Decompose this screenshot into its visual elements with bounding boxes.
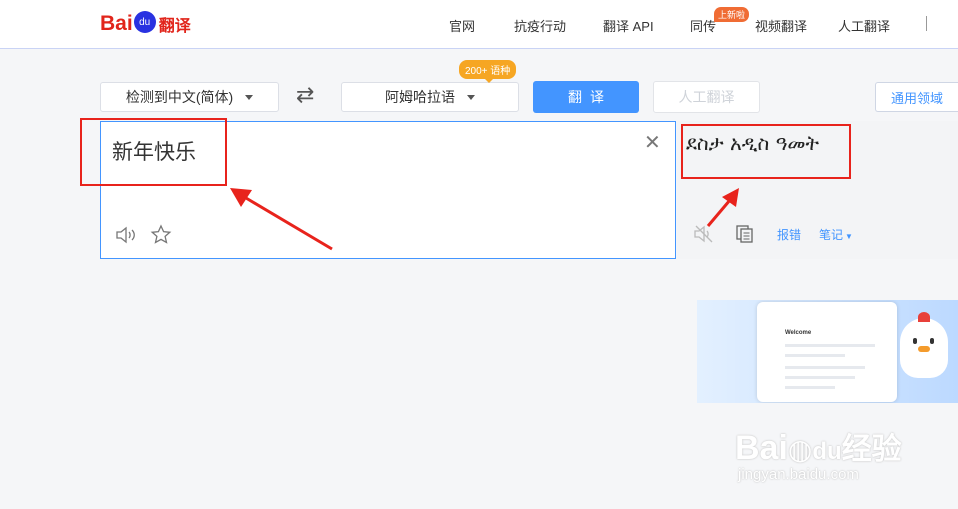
watermark-url: jingyan.baidu.com bbox=[738, 466, 859, 483]
watermark-product: 经验 bbox=[841, 433, 902, 466]
watermark-logo: Bai◍du经验 bbox=[735, 424, 902, 468]
promo-welcome-text: Welcome bbox=[785, 330, 812, 336]
promo-line bbox=[785, 344, 875, 347]
mascot-beak bbox=[918, 346, 930, 352]
promo-line bbox=[785, 354, 845, 357]
promo-line bbox=[785, 366, 865, 369]
watermark-brand: Bai bbox=[735, 429, 788, 467]
app-promo-banner[interactable]: Welcome bbox=[697, 300, 958, 403]
annotation-arrow-result bbox=[706, 188, 739, 227]
promo-line bbox=[785, 376, 855, 379]
mascot-bird bbox=[900, 312, 948, 378]
mascot-crest bbox=[918, 312, 930, 322]
annotation-arrow-source bbox=[230, 188, 333, 251]
paw-icon: ◍ bbox=[787, 434, 813, 465]
promo-line bbox=[785, 386, 835, 389]
mascot-eye bbox=[930, 338, 934, 344]
app-screenshot: Welcome bbox=[757, 302, 897, 402]
watermark-du: du bbox=[812, 438, 842, 465]
mascot-eye bbox=[913, 338, 917, 344]
